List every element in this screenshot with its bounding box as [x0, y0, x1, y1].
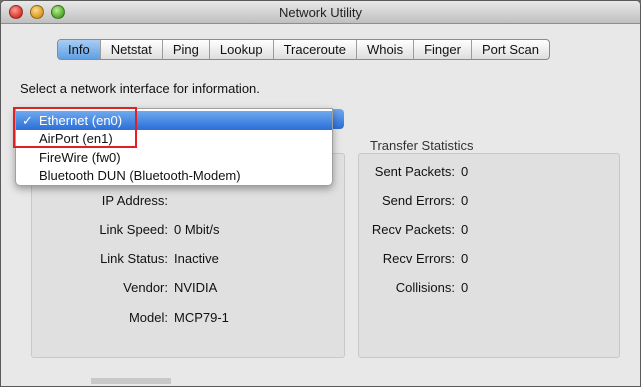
network-utility-window: Network Utility Info Netstat Ping Lookup…	[0, 0, 641, 387]
obscured-background-content	[91, 378, 171, 384]
link-status-label: Link Status:	[100, 251, 168, 266]
recv-errors-value: 0	[461, 251, 469, 266]
link-status-row: Link Status: Inactive	[32, 251, 219, 266]
menu-item-label: Ethernet (en0)	[39, 113, 123, 128]
menu-item-firewire[interactable]: FireWire (fw0)	[16, 148, 332, 167]
recv-errors-label: Recv Errors:	[382, 251, 455, 266]
tab-whois[interactable]: Whois	[357, 40, 415, 59]
transfer-statistics-title: Transfer Statistics	[367, 138, 477, 153]
interface-prompt: Select a network interface for informati…	[20, 81, 260, 96]
link-speed-value: 0 Mbit/s	[174, 222, 220, 237]
tab-info[interactable]: Info	[58, 40, 101, 59]
collisions-value: 0	[461, 280, 469, 295]
interface-dropdown-menu: ✓ Ethernet (en0) AirPort (en1) FireWire …	[15, 108, 333, 186]
sent-packets-value: 0	[461, 164, 469, 179]
ip-address-label: IP Address:	[101, 193, 168, 208]
model-value: MCP79-1	[174, 310, 229, 325]
recv-packets-label: Recv Packets:	[371, 222, 455, 237]
menu-item-airport[interactable]: AirPort (en1)	[16, 129, 332, 148]
send-errors-row: Send Errors: 0	[359, 193, 468, 208]
title-bar[interactable]: Network Utility	[1, 1, 640, 24]
link-speed-row: Link Speed: 0 Mbit/s	[32, 222, 220, 237]
model-row: Model: MCP79-1	[32, 310, 229, 325]
tab-finger[interactable]: Finger	[414, 40, 472, 59]
tab-bar: Info Netstat Ping Lookup Traceroute Whoi…	[57, 39, 551, 60]
vendor-label: Vendor:	[123, 280, 168, 295]
sent-packets-row: Sent Packets: 0	[359, 164, 468, 179]
recv-errors-row: Recv Errors: 0	[359, 251, 468, 266]
tab-port-scan[interactable]: Port Scan	[472, 40, 549, 59]
vendor-row: Vendor: NVIDIA	[32, 280, 217, 295]
link-speed-label: Link Speed:	[99, 222, 168, 237]
vendor-value: NVIDIA	[174, 280, 218, 295]
menu-item-ethernet[interactable]: ✓ Ethernet (en0)	[16, 111, 332, 130]
recv-packets-value: 0	[461, 222, 469, 237]
menu-item-label: Bluetooth DUN (Bluetooth-Modem)	[39, 168, 241, 183]
send-errors-value: 0	[461, 193, 469, 208]
tab-ping[interactable]: Ping	[163, 40, 210, 59]
menu-item-label: AirPort (en1)	[39, 131, 113, 146]
model-label: Model:	[128, 310, 168, 325]
sent-packets-label: Sent Packets:	[374, 164, 455, 179]
send-errors-label: Send Errors:	[382, 193, 455, 208]
recv-packets-row: Recv Packets: 0	[359, 222, 468, 237]
transfer-statistics-panel: Sent Packets: 0 Send Errors: 0 Recv Packet…	[358, 153, 620, 358]
checkmark-icon: ✓	[22, 113, 33, 128]
collisions-row: Collisions: 0	[359, 280, 468, 295]
tab-traceroute[interactable]: Traceroute	[274, 40, 357, 59]
ip-address-row: IP Address:	[32, 193, 174, 208]
collisions-label: Collisions:	[395, 280, 455, 295]
tab-lookup[interactable]: Lookup	[210, 40, 274, 59]
menu-item-label: FireWire (fw0)	[39, 150, 121, 165]
link-status-value: Inactive	[174, 251, 219, 266]
menu-item-bluetooth-dun[interactable]: Bluetooth DUN (Bluetooth-Modem)	[16, 166, 332, 185]
tab-netstat[interactable]: Netstat	[101, 40, 163, 59]
window-title: Network Utility	[278, 5, 363, 20]
